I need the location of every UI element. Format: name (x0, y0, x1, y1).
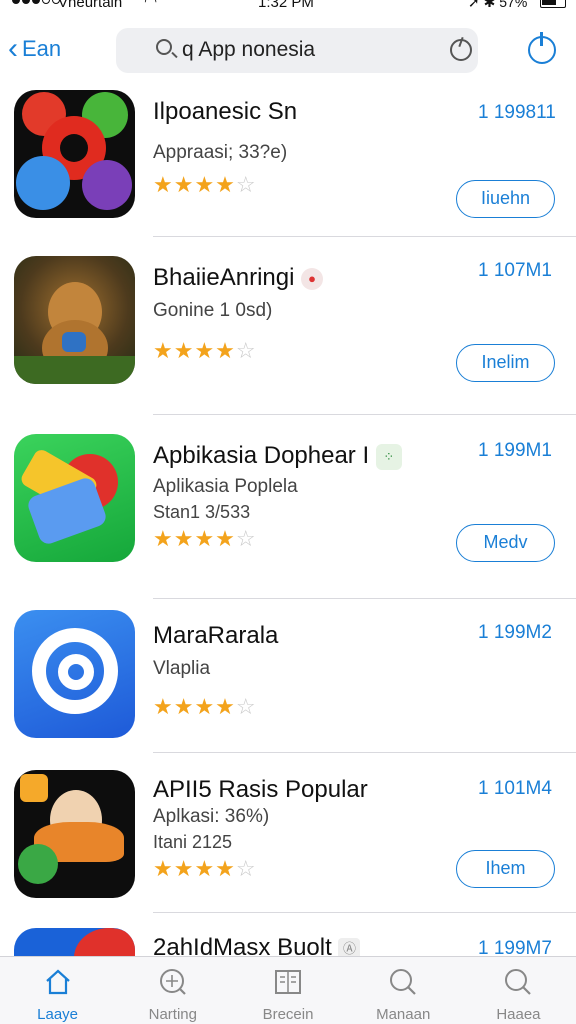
get-button[interactable]: Medv (456, 524, 555, 562)
app-title: APII5 Rasis Popular (153, 776, 368, 803)
badge-icon: ● (301, 267, 324, 290)
tab-label: Manaan (376, 1006, 431, 1023)
tab-label: Narting (148, 1006, 197, 1023)
app-size: 1 107M1 (478, 260, 552, 281)
app-icon (14, 610, 135, 738)
app-subtitle-2: Itani 2125 (153, 832, 233, 852)
tab-bar: Laaye Narting Brecein Manaan Haaea (0, 956, 576, 1024)
app-subtitle-2: Stan1 3/533 (153, 502, 251, 522)
app-title-text: 2ahIdMasx Buolt (153, 934, 332, 956)
app-title: Apbikasia Dophear I ⁘ (153, 442, 402, 470)
wifi-icon: ◠ (144, 0, 158, 10)
tab-manage[interactable]: Manaan (346, 957, 461, 1024)
tab-search[interactable]: Haaea (461, 957, 576, 1024)
badge-icon: ⁘ (375, 443, 402, 470)
rating-stars: ★★★★☆ (153, 172, 257, 197)
battery-icon (540, 0, 566, 8)
app-title: 2ahIdMasx Buolt Ⓐ (153, 934, 361, 956)
app-title: BhaiieAnringi ● (153, 264, 324, 292)
app-icon (14, 90, 135, 218)
app-size: 1 199811 (478, 102, 556, 123)
bluetooth-icon: ✱ (483, 0, 496, 10)
get-button[interactable]: Ihem (456, 850, 555, 888)
tab-label: Laaye (37, 1006, 79, 1023)
back-label: Ean (22, 36, 62, 61)
location-icon: ➚ (468, 0, 480, 10)
get-button[interactable]: Inelim (456, 344, 555, 382)
app-size: 1 101M4 (478, 778, 552, 799)
app-title-text: Apbikasia Dophear I (153, 442, 370, 469)
account-icon[interactable] (528, 32, 556, 64)
signal-icon (12, 0, 60, 4)
app-size: 1 199M1 (478, 440, 552, 461)
chevron-left-icon: ‹ (8, 32, 18, 65)
app-title: MaraRarala (153, 622, 279, 649)
search-query[interactable]: q App nonesia (182, 38, 315, 62)
app-icon (14, 928, 135, 956)
search-icon (505, 969, 532, 995)
home-icon (45, 969, 70, 995)
app-icon (14, 770, 135, 898)
battery-percent: 57% (499, 0, 528, 10)
app-list: Ilpoanesic Sn Appraasi; 33?e) ★★★★☆ 1 19… (0, 80, 576, 956)
divider (153, 752, 576, 753)
app-title-text: BhaiieAnringi (153, 264, 295, 291)
book-icon (275, 970, 301, 994)
rating-stars: ★★★★☆ (153, 338, 257, 363)
app-subtitle: Vlaplia (153, 658, 211, 679)
search-icon (156, 39, 172, 55)
app-subtitle: Aplkasi: 36%) (153, 806, 270, 827)
rating-stars: ★★★★☆ (153, 526, 257, 551)
status-right: ➚ ✱ 57% (468, 0, 527, 11)
app-subtitle: Gonine 1 0sd) (153, 300, 273, 321)
tab-label: Brecein (262, 1006, 314, 1023)
badge-icon: Ⓐ (338, 937, 361, 956)
app-subtitle: Appraasi; 33?e) (153, 142, 288, 163)
divider (153, 598, 576, 599)
app-size: 1 199M7 (478, 938, 552, 956)
rating-stars: ★★★★☆ (153, 694, 257, 719)
tab-label: Haaea (496, 1006, 541, 1023)
rating-stars: ★★★★☆ (153, 856, 257, 881)
get-button[interactable]: Iiuehn (456, 180, 555, 218)
divider (153, 236, 576, 237)
carrier-label: Vneurtain (58, 0, 123, 11)
compass-icon (159, 969, 186, 995)
tab-library[interactable]: Brecein (230, 957, 345, 1024)
app-size: 1 199M2 (478, 622, 552, 643)
status-time: 1:32 PM (258, 0, 314, 11)
divider (153, 414, 576, 415)
refresh-icon[interactable] (450, 39, 472, 61)
app-subtitle: Aplikasia Poplela (153, 476, 298, 497)
divider (153, 912, 576, 913)
app-icon (14, 434, 135, 562)
search-field[interactable]: q App nonesia (116, 28, 478, 73)
search-icon (390, 969, 416, 995)
app-title: Ilpoanesic Sn (153, 98, 298, 125)
tab-today[interactable]: Laaye (0, 957, 115, 1024)
tab-discover[interactable]: Narting (115, 957, 230, 1024)
status-bar: Vneurtain ◠ 1:32 PM ➚ ✱ 57% (0, 0, 576, 18)
back-button[interactable]: ‹ Ean (8, 34, 61, 64)
app-icon (14, 256, 135, 384)
